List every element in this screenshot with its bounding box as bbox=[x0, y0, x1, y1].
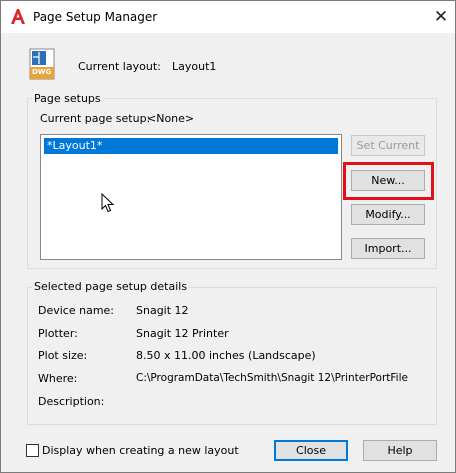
current-layout-label: Current layout: bbox=[78, 60, 161, 73]
current-layout-value: Layout1 bbox=[172, 60, 217, 73]
device-name-value: Snagit 12 bbox=[136, 304, 189, 317]
description-label: Description: bbox=[38, 395, 105, 408]
page-setups-list[interactable]: *Layout1* bbox=[40, 134, 342, 260]
modify-button[interactable]: Modify... bbox=[351, 204, 425, 225]
window-title: Page Setup Manager bbox=[33, 10, 158, 24]
where-value: C:\ProgramData\TechSmith\Snagit 12\Print… bbox=[136, 372, 408, 384]
close-button[interactable]: Close bbox=[274, 440, 348, 461]
device-name-label: Device name: bbox=[38, 304, 115, 317]
import-button[interactable]: Import... bbox=[351, 238, 425, 259]
annotation-highlight-box bbox=[343, 162, 434, 200]
where-label: Where: bbox=[38, 372, 78, 385]
details-group-title: Selected page setup details bbox=[32, 280, 190, 293]
plot-size-label: Plot size: bbox=[38, 349, 88, 362]
plotter-value: Snagit 12 Printer bbox=[136, 327, 229, 340]
plot-size-value: 8.50 x 11.00 inches (Landscape) bbox=[136, 349, 316, 362]
close-icon[interactable]: ✕ bbox=[431, 7, 451, 27]
current-page-setup-label: Current page setup: bbox=[40, 112, 151, 125]
current-page-setup-value: <None> bbox=[147, 112, 195, 125]
mouse-cursor-icon bbox=[101, 193, 115, 213]
display-new-layout-label[interactable]: Display when creating a new layout bbox=[42, 444, 239, 457]
page-setup-manager-dialog: Page Setup Manager ✕ DWG Current layout:… bbox=[0, 0, 456, 473]
help-button[interactable]: Help bbox=[363, 440, 437, 461]
page-setups-group-title: Page setups bbox=[32, 92, 103, 105]
list-item[interactable]: *Layout1* bbox=[44, 138, 338, 154]
display-new-layout-checkbox[interactable] bbox=[26, 444, 39, 457]
plotter-label: Plotter: bbox=[38, 327, 78, 340]
dwg-icon-label: DWG bbox=[32, 68, 52, 76]
set-current-button[interactable]: Set Current bbox=[351, 135, 425, 156]
autocad-logo-icon bbox=[11, 9, 25, 24]
title-bar[interactable]: Page Setup Manager ✕ bbox=[1, 1, 455, 33]
